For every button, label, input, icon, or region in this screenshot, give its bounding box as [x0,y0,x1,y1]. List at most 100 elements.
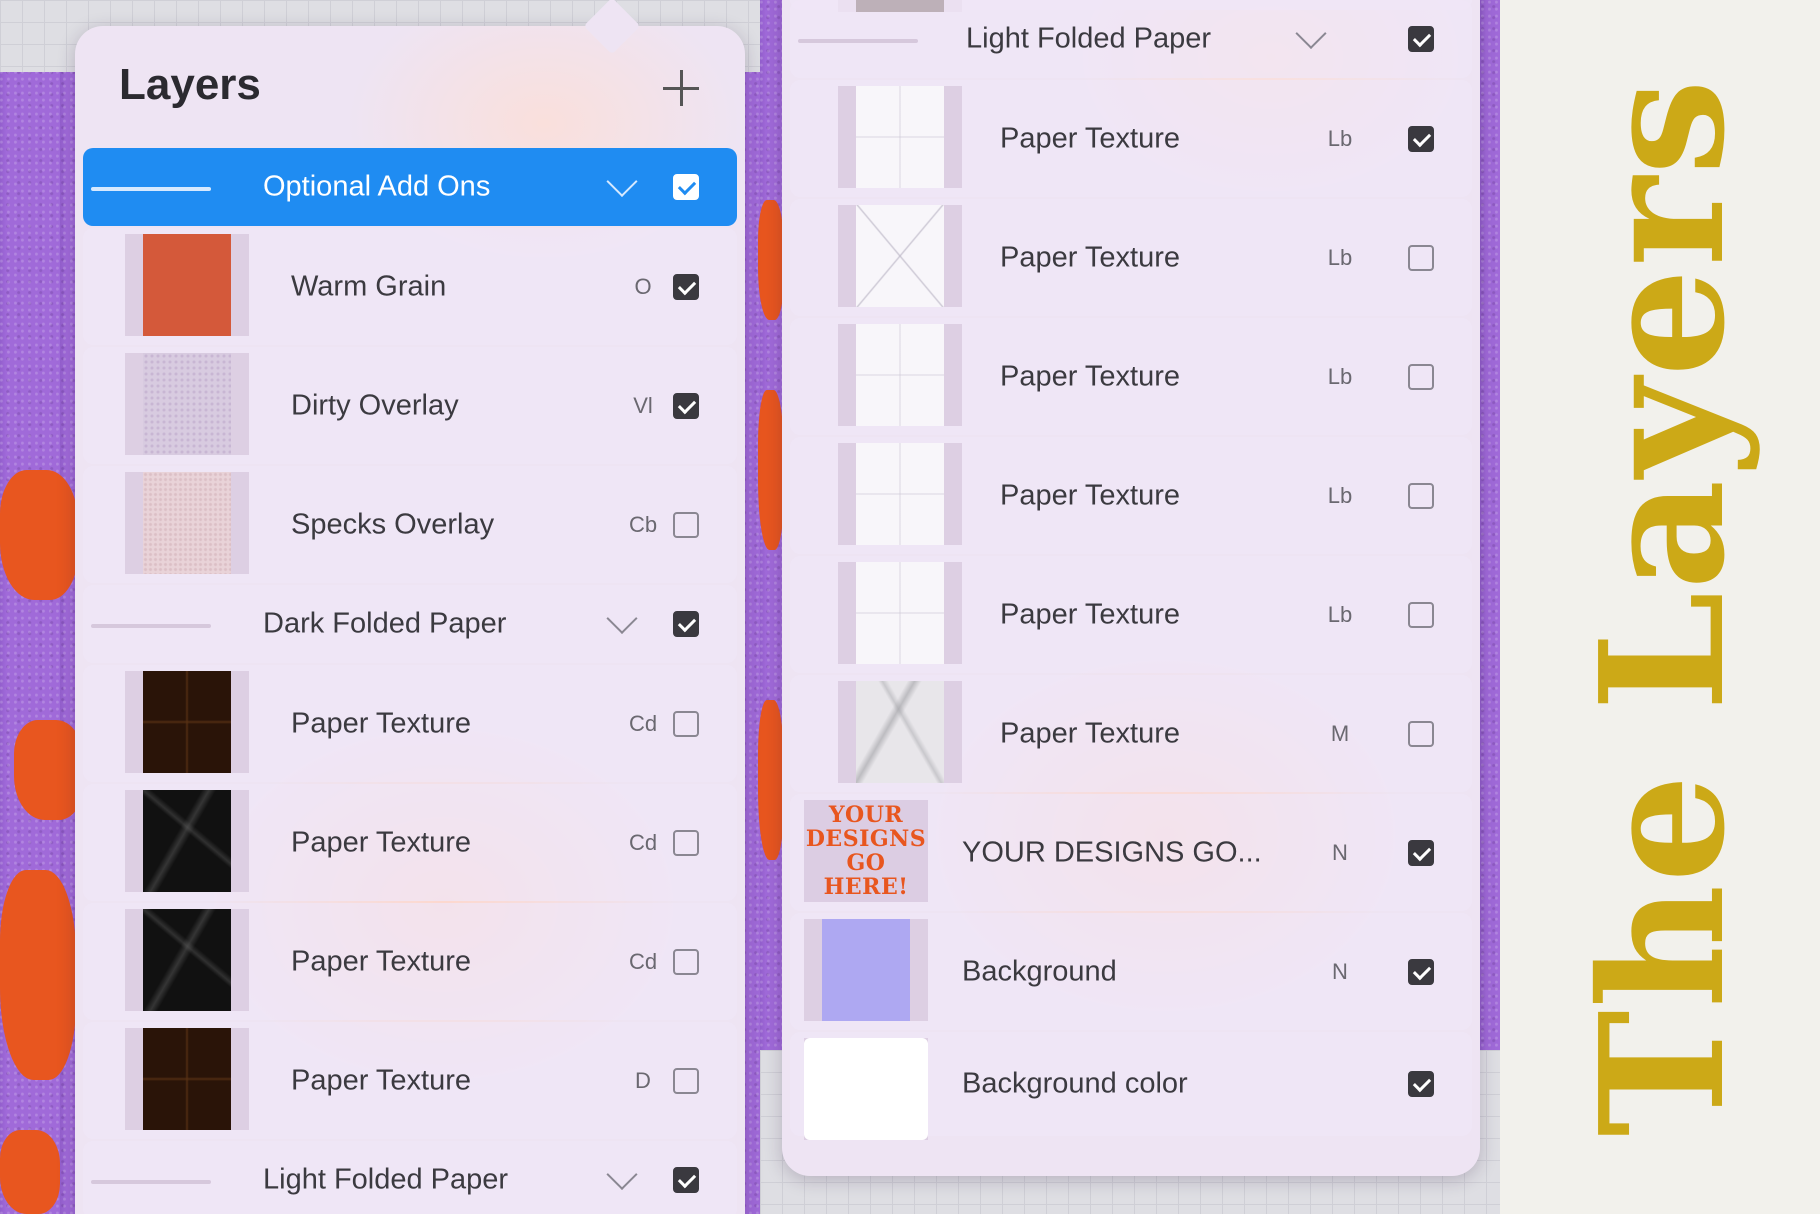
layer-row[interactable]: Paper Texture Lb [790,556,1472,673]
artwork-shape [758,200,784,320]
blend-mode[interactable]: Lb [1310,245,1370,271]
layer-thumbnail: YOUR DESIGNS GO HERE! [804,800,928,902]
layers-panel-continued: Light Folded Paper Paper Texture Lb Paper T… [782,0,1480,1176]
layer-name: Paper Texture [291,707,472,739]
blend-mode[interactable]: N [1310,840,1370,866]
blend-mode[interactable]: N [1310,959,1370,985]
visibility-checkbox[interactable] [673,392,699,419]
visibility-checkbox[interactable] [1408,601,1434,628]
layer-row[interactable]: Paper Texture Lb [790,318,1472,435]
group-indicator [91,187,211,191]
layer-group-row[interactable]: Light Folded Paper [83,1141,737,1214]
group-name: Light Folded Paper [263,1163,509,1196]
layer-row[interactable]: Paper Texture Lb [790,80,1472,197]
layer-row[interactable]: Paper Texture D [83,1022,737,1139]
layer-thumbnail [838,443,962,545]
layer-row[interactable]: Specks Overlay Cb [83,466,737,583]
layer-group-row[interactable]: Dark Folded Paper [83,585,737,663]
chevron-down-icon[interactable] [1295,17,1327,50]
layer-group-row[interactable]: Optional Add Ons [83,148,737,226]
side-title: The Layers [1562,77,1763,1137]
layer-group-row[interactable]: Light Folded Paper [790,0,1472,78]
artwork-shape [0,870,76,1080]
side-title-area: The Layers [1505,0,1820,1214]
visibility-checkbox[interactable] [673,511,699,538]
layer-thumbnail [804,919,928,1021]
group-indicator [91,1180,211,1184]
blend-mode[interactable]: Cd [613,711,673,737]
layer-thumbnail [125,353,249,455]
layer-thumbnail [125,472,249,574]
layer-row[interactable]: Paper Texture M [790,675,1472,792]
artwork-shape [758,390,784,550]
visibility-checkbox[interactable] [673,948,699,975]
blend-mode[interactable]: Lb [1310,602,1370,628]
visibility-checkbox[interactable] [1408,244,1434,271]
visibility-checkbox[interactable] [1408,958,1434,985]
layers-panel-header: Layers [75,26,745,146]
layers-panel: Layers Optional Add Ons Warm Grain O Dirty … [75,26,745,1214]
visibility-checkbox[interactable] [673,273,699,300]
layer-thumbnail [125,1028,249,1130]
visibility-checkbox[interactable] [673,710,699,737]
visibility-checkbox[interactable] [1408,26,1434,52]
layer-name: Paper Texture [291,826,472,858]
blend-mode[interactable]: Cd [613,830,673,856]
blend-mode[interactable]: Cb [613,512,673,538]
blend-mode[interactable]: M [1310,721,1370,747]
layer-name: Paper Texture [291,945,472,977]
layer-thumbnail [125,790,249,892]
layer-name: Paper Texture [291,1064,472,1096]
visibility-checkbox[interactable] [1408,125,1434,152]
layer-thumbnail [838,324,962,426]
blend-mode[interactable]: Lb [1310,126,1370,152]
group-indicator [798,39,918,43]
layer-thumbnail [804,1038,928,1140]
layer-row[interactable]: Background N [790,913,1472,1030]
visibility-checkbox[interactable] [1408,839,1434,866]
layer-row[interactable]: Paper Texture Cd [83,784,737,901]
layer-thumbnail [125,909,249,1011]
artwork-shape [14,720,84,820]
layer-name: Dirty Overlay [291,389,459,421]
visibility-checkbox[interactable] [673,1167,699,1193]
visibility-checkbox[interactable] [1408,720,1434,747]
layer-name: Warm Grain [291,270,447,302]
layer-name: Paper Texture [1000,360,1181,392]
layer-row[interactable]: Warm Grain O [83,228,737,345]
visibility-checkbox[interactable] [673,611,699,637]
blend-mode[interactable]: D [613,1068,673,1094]
background-color-row[interactable]: Background color [790,1032,1472,1140]
thumbnail-text: HERE! [823,874,909,900]
blend-mode[interactable]: Vl [613,393,673,419]
visibility-checkbox[interactable] [673,174,699,200]
layer-name: YOUR DESIGNS GO... [962,836,1262,868]
layer-row[interactable]: Dirty Overlay Vl [83,347,737,464]
layer-row[interactable]: Paper Texture Lb [790,199,1472,316]
chevron-down-icon[interactable] [606,602,638,635]
blend-mode[interactable]: Lb [1310,364,1370,390]
layer-name: Specks Overlay [291,508,495,540]
add-layer-icon[interactable] [661,68,701,108]
blend-mode[interactable]: Cd [613,949,673,975]
group-name: Dark Folded Paper [263,607,507,640]
layer-row[interactable]: YOUR DESIGNS GO HERE! YOUR DESIGNS GO... N [790,794,1472,911]
layer-list: Light Folded Paper Paper Texture Lb Paper T… [790,0,1472,1140]
layer-row[interactable]: Paper Texture Cd [83,665,737,782]
layer-thumbnail [838,86,962,188]
layer-name: Paper Texture [1000,122,1181,154]
layer-thumbnail [838,681,962,783]
chevron-down-icon[interactable] [606,165,638,198]
visibility-checkbox[interactable] [1408,1071,1434,1097]
visibility-checkbox[interactable] [673,829,699,856]
blend-mode[interactable]: O [613,274,673,300]
visibility-checkbox[interactable] [673,1067,699,1094]
layer-name: Background [962,955,1117,987]
thumbnail-text: GO [846,850,886,876]
visibility-checkbox[interactable] [1408,363,1434,390]
chevron-down-icon[interactable] [606,1158,638,1191]
layer-row[interactable]: Paper Texture Cd [83,903,737,1020]
layer-row[interactable]: Paper Texture Lb [790,437,1472,554]
blend-mode[interactable]: Lb [1310,483,1370,509]
visibility-checkbox[interactable] [1408,482,1434,509]
